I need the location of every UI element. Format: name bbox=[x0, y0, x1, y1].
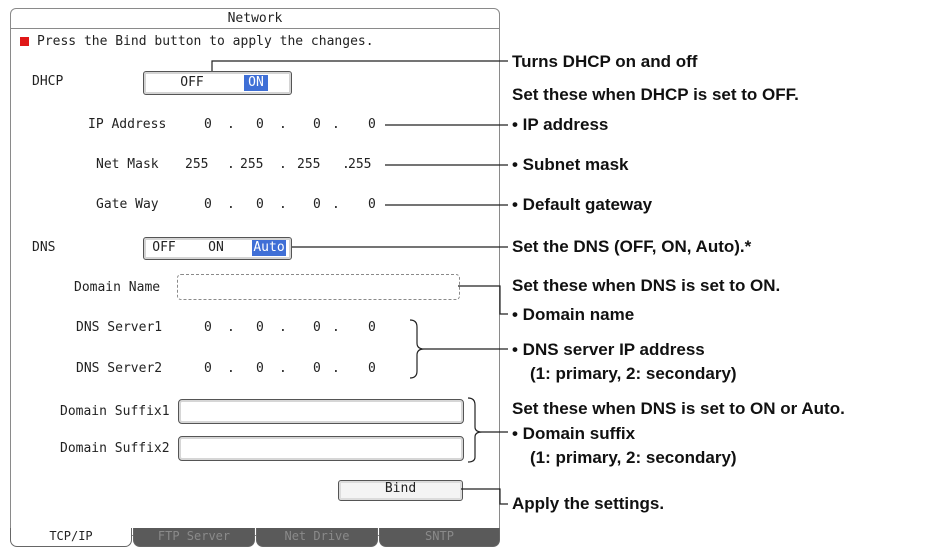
annotation-suffix-sub: (1: primary, 2: secondary) bbox=[530, 448, 737, 467]
annotation-dhcp-off-header: Set these when DHCP is set to OFF. bbox=[512, 85, 799, 104]
annotation-mask: • Subnet mask bbox=[512, 155, 629, 174]
annotation-dns-on-header: Set these when DNS is set to ON. bbox=[512, 276, 781, 295]
annotation-dns-server-sub: (1: primary, 2: secondary) bbox=[530, 364, 737, 383]
annotation-bind: Apply the settings. bbox=[512, 494, 665, 513]
annotation-dhcp: Turns DHCP on and off bbox=[512, 52, 698, 71]
callout-lines bbox=[211, 60, 508, 505]
annotation-suffix: • Domain suffix bbox=[512, 424, 636, 443]
annotation-ip: • IP address bbox=[512, 115, 609, 134]
annotation-suffix-header: Set these when DNS is set to ON or Auto. bbox=[512, 399, 845, 418]
annotation-gateway: • Default gateway bbox=[512, 195, 653, 214]
annotation-dns: Set the DNS (OFF, ON, Auto).* bbox=[512, 237, 752, 256]
annotation-domain-name: • Domain name bbox=[512, 305, 635, 324]
annotation-dns-server: • DNS server IP address bbox=[512, 340, 705, 359]
